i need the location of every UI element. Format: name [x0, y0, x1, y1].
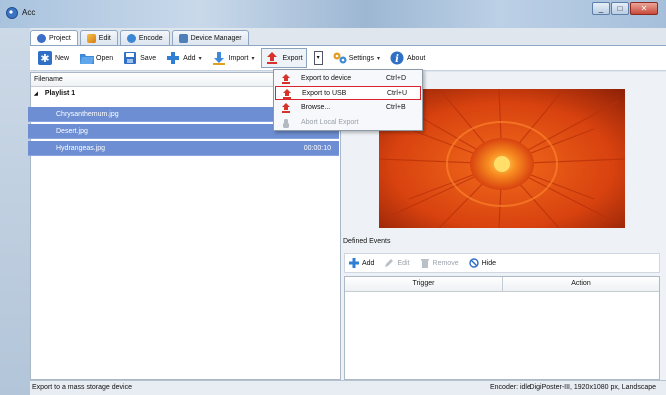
hide-icon [468, 258, 479, 268]
menu-item-shortcut: Ctrl+U [387, 90, 408, 97]
svg-text:✱: ✱ [40, 52, 49, 65]
edit-event-label: Edit [397, 259, 410, 267]
list-item[interactable]: Hydrangeas.jpg 00:00:10 [28, 141, 339, 156]
chevron-down-icon[interactable]: ▾ [199, 55, 202, 62]
add-event-label: Add [362, 259, 375, 267]
export-dropdown-menu: Export to device Ctrl+D Export to USB Ct… [273, 69, 423, 131]
status-message: Export to a mass storage device [32, 384, 132, 391]
defined-events-title: Defined Events [343, 238, 391, 245]
tab-device-manager[interactable]: Device Manager [171, 30, 249, 45]
export-dropdown-toggle[interactable]: ▾ [313, 51, 323, 65]
new-button[interactable]: ✱ New [35, 48, 72, 68]
import-button[interactable]: Import ▾ [209, 48, 258, 68]
menu-item-label: Export to USB [302, 90, 347, 97]
window-title: Acc [22, 8, 36, 17]
add-button[interactable]: Add ▾ [163, 48, 204, 68]
chevron-down-icon[interactable]: ▾ [251, 55, 254, 62]
events-table-header: Trigger Action [345, 277, 659, 292]
hand-icon [283, 119, 289, 128]
close-button[interactable]: ✕ [630, 2, 658, 15]
save-button[interactable]: Save [120, 48, 159, 68]
file-name: Desert.jpg [56, 128, 88, 135]
edit-event-button[interactable]: Edit [384, 258, 410, 268]
project-icon [37, 34, 46, 43]
events-table[interactable]: Trigger Action [344, 276, 660, 380]
export-icon [283, 89, 291, 99]
svg-text:i: i [395, 54, 399, 65]
remove-event-label: Remove [432, 259, 459, 267]
export-icon [265, 51, 279, 65]
chevron-down-icon[interactable]: ▾ [377, 55, 380, 62]
open-button[interactable]: Open [76, 48, 116, 68]
desktop-background [0, 28, 30, 395]
menu-item-label: Export to device [301, 75, 352, 82]
save-icon [123, 51, 137, 65]
gear-icon [332, 51, 347, 65]
main-toolbar: ✱ New Open Save Add ▾ Import ▾ Export ▾ [30, 45, 666, 71]
folder-open-icon [79, 51, 95, 65]
file-duration: 00:00:10 [303, 145, 331, 152]
events-toolbar: Add Edit Remove Hide [344, 253, 660, 273]
menu-item-export-to-device[interactable]: Export to device Ctrl+D [275, 72, 421, 86]
hide-events-button[interactable]: Hide [468, 258, 497, 268]
menu-item-export-to-usb[interactable]: Export to USB Ctrl+U [275, 86, 421, 100]
encoder-status: Encoder: idle [490, 384, 531, 391]
title-bar[interactable]: Acc _ □ ✕ [0, 0, 666, 28]
menu-item-shortcut: Ctrl+D [386, 75, 407, 82]
expand-icon[interactable]: ◢ [34, 91, 38, 97]
add-label: Add [183, 54, 196, 62]
export-button[interactable]: Export [261, 48, 307, 68]
tab-edit-label: Edit [98, 34, 111, 42]
import-icon [212, 51, 226, 65]
tab-strip: Project Edit Encode Device Manager [30, 30, 251, 46]
add-event-button[interactable]: Add [349, 258, 374, 268]
action-column-header[interactable]: Action [503, 277, 659, 291]
maximize-button[interactable]: □ [611, 2, 629, 15]
about-label: About [407, 54, 426, 62]
menu-item-label: Browse... [301, 104, 331, 111]
export-icon [282, 103, 290, 113]
menu-item-browse[interactable]: Browse... Ctrl+B [275, 101, 421, 115]
tab-project[interactable]: Project [30, 30, 78, 46]
menu-item-shortcut: Ctrl+B [386, 104, 406, 111]
menu-item-abort-local-export[interactable]: Abort Local Export [275, 116, 421, 130]
new-label: New [55, 54, 70, 62]
device-info: DigiPoster-III, 1920x1080 px, Landscape [529, 384, 656, 391]
info-icon: i [390, 51, 404, 65]
hide-events-label: Hide [481, 259, 497, 267]
monitor-icon [178, 33, 188, 43]
minimize-button[interactable]: _ [592, 2, 610, 15]
tab-device-manager-label: Device Manager [190, 34, 242, 42]
plus-icon [349, 258, 359, 268]
file-name: Chrysanthemum.jpg [56, 111, 119, 118]
trash-icon [420, 259, 429, 268]
export-label: Export [282, 54, 303, 62]
save-label: Save [140, 54, 157, 62]
about-button[interactable]: i About [387, 48, 428, 68]
open-label: Open [96, 54, 114, 62]
encode-icon [126, 33, 136, 43]
file-name: Hydrangeas.jpg [56, 145, 106, 152]
plus-icon [166, 51, 180, 65]
pencil-icon [86, 33, 96, 43]
app-logo-icon [6, 7, 18, 19]
trigger-column-header[interactable]: Trigger [345, 277, 503, 291]
tab-project-label: Project [49, 35, 71, 42]
menu-item-label: Abort Local Export [301, 119, 359, 126]
tab-encode-label: Encode [138, 34, 163, 42]
tab-edit[interactable]: Edit [79, 30, 118, 45]
tab-encode[interactable]: Encode [119, 30, 170, 45]
new-icon: ✱ [38, 51, 52, 65]
playlist-name: Playlist 1 [44, 90, 76, 97]
import-label: Import [228, 54, 249, 62]
remove-event-button[interactable]: Remove [420, 258, 459, 268]
status-bar: Export to a mass storage device Encoder:… [30, 380, 666, 395]
pencil-icon [385, 259, 394, 267]
settings-label: Settings [348, 54, 374, 62]
export-icon [282, 74, 290, 84]
settings-button[interactable]: Settings ▾ [329, 48, 383, 68]
